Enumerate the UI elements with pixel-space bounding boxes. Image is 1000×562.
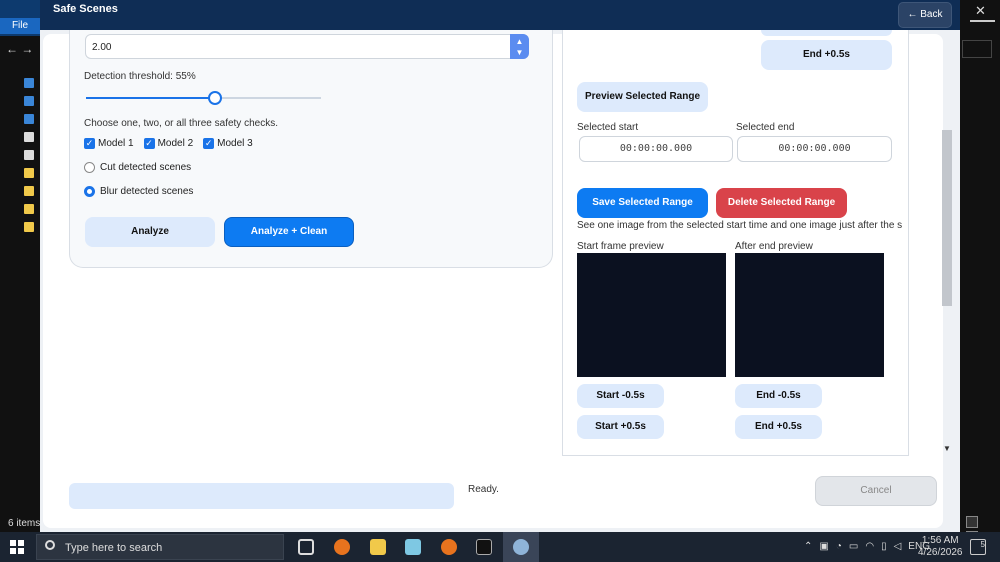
notification-icon[interactable]: 5 — [970, 539, 986, 555]
notification-count: 5 — [980, 540, 985, 549]
explorer-search-box[interactable] — [962, 40, 992, 58]
slider-thumb[interactable] — [208, 91, 223, 105]
save-range-button[interactable]: Save Selected Range — [577, 188, 708, 218]
model-1-checkbox[interactable]: ✓ Model 1 — [84, 138, 134, 149]
task-view-icon[interactable] — [298, 539, 314, 555]
radio-on-icon[interactable] — [84, 186, 95, 197]
cut-scenes-radio[interactable]: Cut detected scenes — [84, 162, 191, 173]
checkbox-label: Model 2 — [157, 138, 194, 149]
folder-icon[interactable] — [24, 168, 34, 178]
slider-fill — [86, 97, 216, 99]
end-plus-top-button[interactable]: End +0.5s — [761, 40, 892, 70]
notepad-icon[interactable] — [405, 539, 421, 555]
volume-icon[interactable]: ◁ — [894, 541, 902, 552]
chevron-up-icon[interactable]: ⌃ — [804, 541, 812, 552]
delete-range-button[interactable]: Delete Selected Range — [716, 188, 847, 218]
minimize-icon[interactable] — [970, 20, 995, 22]
model-3-checkbox[interactable]: ✓ Model 3 — [203, 138, 253, 149]
app-titlebar: Safe Scenes ← Back — [40, 0, 960, 30]
downloads-icon[interactable] — [24, 114, 34, 124]
app-title: Safe Scenes — [53, 3, 118, 15]
folder-icon[interactable] — [24, 204, 34, 214]
scrollbar-thumb[interactable] — [942, 130, 952, 306]
documents-icon[interactable] — [24, 132, 34, 142]
speed-input[interactable]: 2.00 — [85, 34, 529, 59]
start-plus-top-button[interactable] — [761, 30, 892, 36]
checkbox-label: Model 3 — [217, 138, 253, 149]
end-minus-button[interactable]: End -0.5s — [735, 384, 822, 408]
folder-icon[interactable] — [24, 222, 34, 232]
start-plus-button[interactable]: Start +0.5s — [577, 415, 664, 439]
radio-label: Cut detected scenes — [100, 162, 192, 173]
model-2-checkbox[interactable]: ✓ Model 2 — [143, 138, 194, 149]
system-tray: ⌃ ▣ ◔ ▭ ◠ ▯ ◁ ENG — [804, 541, 930, 552]
quick-access-icon[interactable] — [24, 78, 34, 88]
checkmark-icon[interactable]: ✓ — [84, 138, 95, 149]
folder-tray-icon[interactable]: ▭ — [849, 541, 858, 552]
start-frame-preview — [577, 253, 726, 377]
radio-off-icon[interactable] — [84, 162, 95, 173]
windows-start-icon[interactable] — [10, 540, 24, 554]
close-icon[interactable]: ✕ — [975, 3, 986, 19]
app-body: 2.00 ▲ ▼ Detection threshold: 55% Choose … — [40, 30, 960, 532]
terminal-icon[interactable] — [476, 539, 492, 555]
end-plus-button[interactable]: End +0.5s — [735, 415, 822, 439]
wifi-icon[interactable]: ◠ — [865, 541, 874, 552]
search-icon — [45, 540, 55, 550]
settings-card: 2.00 ▲ ▼ Detection threshold: 55% Choose … — [69, 30, 553, 268]
selected-start-label: Selected start — [577, 122, 639, 133]
taskbar-search[interactable]: Type here to search — [36, 534, 284, 560]
cancel-button[interactable]: Cancel — [815, 476, 937, 506]
explorer-file-tab[interactable]: File — [0, 18, 40, 34]
explorer-sidebar — [20, 78, 40, 240]
selected-start-input[interactable]: 00:00:00.000 — [579, 136, 733, 162]
checkmark-icon[interactable]: ✓ — [203, 138, 215, 149]
browser-icon[interactable] — [441, 539, 457, 555]
selected-end-input[interactable]: 00:00:00.000 — [737, 136, 892, 162]
checkmark-icon[interactable]: ✓ — [143, 138, 155, 149]
spinner-arrows-icon[interactable]: ▲ ▼ — [510, 34, 529, 59]
checkbox-label: Model 1 — [98, 138, 134, 149]
start-minus-button[interactable]: Start -0.5s — [577, 384, 664, 408]
battery-icon[interactable]: ▯ — [881, 541, 887, 552]
threshold-slider[interactable] — [86, 91, 321, 105]
blur-scenes-radio[interactable]: Blur detected scenes — [84, 186, 193, 197]
preview-range-button[interactable]: Preview Selected Range — [577, 82, 708, 112]
taskbar-clock[interactable]: 1:56 AM 4/26/2026 — [918, 535, 963, 559]
content-panel: 2.00 ▲ ▼ Detection threshold: 55% Choose … — [43, 30, 943, 528]
back-button[interactable]: ← Back — [898, 2, 952, 28]
selected-end-label: Selected end — [736, 122, 795, 133]
preview-hint: See one image from the selected start ti… — [577, 220, 903, 231]
pictures-icon[interactable] — [24, 150, 34, 160]
browser-icon[interactable] — [334, 539, 350, 555]
network-icon[interactable]: ◔ — [836, 541, 842, 552]
explorer-right-strip — [960, 0, 1000, 532]
status-text: Ready. — [468, 484, 499, 495]
range-panel: End +0.5s Preview Selected Range Selecte… — [562, 30, 909, 456]
explorer-item-count: 6 items — [8, 518, 41, 529]
after-end-preview — [735, 253, 884, 377]
desktop-icon[interactable] — [24, 96, 34, 106]
progress-bar — [69, 483, 454, 509]
safe-scenes-app-icon[interactable] — [513, 539, 529, 555]
file-explorer-icon[interactable] — [370, 539, 386, 555]
clock-date: 4/26/2026 — [918, 547, 963, 558]
details-view-icon[interactable] — [966, 516, 978, 528]
security-icon[interactable]: ▣ — [819, 541, 828, 552]
taskbar: Type here to search ⌃ ▣ ◔ ▭ ◠ ▯ ◁ ENG 1:… — [0, 532, 1000, 562]
model-checkboxes: ✓ Model 1 ✓ Model 2 ✓ Model 3 — [84, 138, 253, 149]
explorer-nav-arrows[interactable]: ← → — [6, 42, 33, 56]
search-placeholder: Type here to search — [65, 542, 163, 554]
folder-icon[interactable] — [24, 186, 34, 196]
start-frame-label: Start frame preview — [577, 241, 664, 252]
clock-time: 1:56 AM — [921, 535, 959, 546]
threshold-label: Detection threshold: 55% — [84, 71, 196, 82]
after-end-label: After end preview — [735, 241, 813, 252]
analyze-clean-button[interactable]: Analyze + Clean — [224, 217, 354, 247]
analyze-button[interactable]: Analyze — [85, 217, 215, 247]
scroll-down-icon[interactable]: ▼ — [943, 444, 951, 453]
safety-checks-instruction: Choose one, two, or all three safety che… — [84, 118, 278, 129]
radio-label: Blur detected scenes — [100, 186, 194, 197]
